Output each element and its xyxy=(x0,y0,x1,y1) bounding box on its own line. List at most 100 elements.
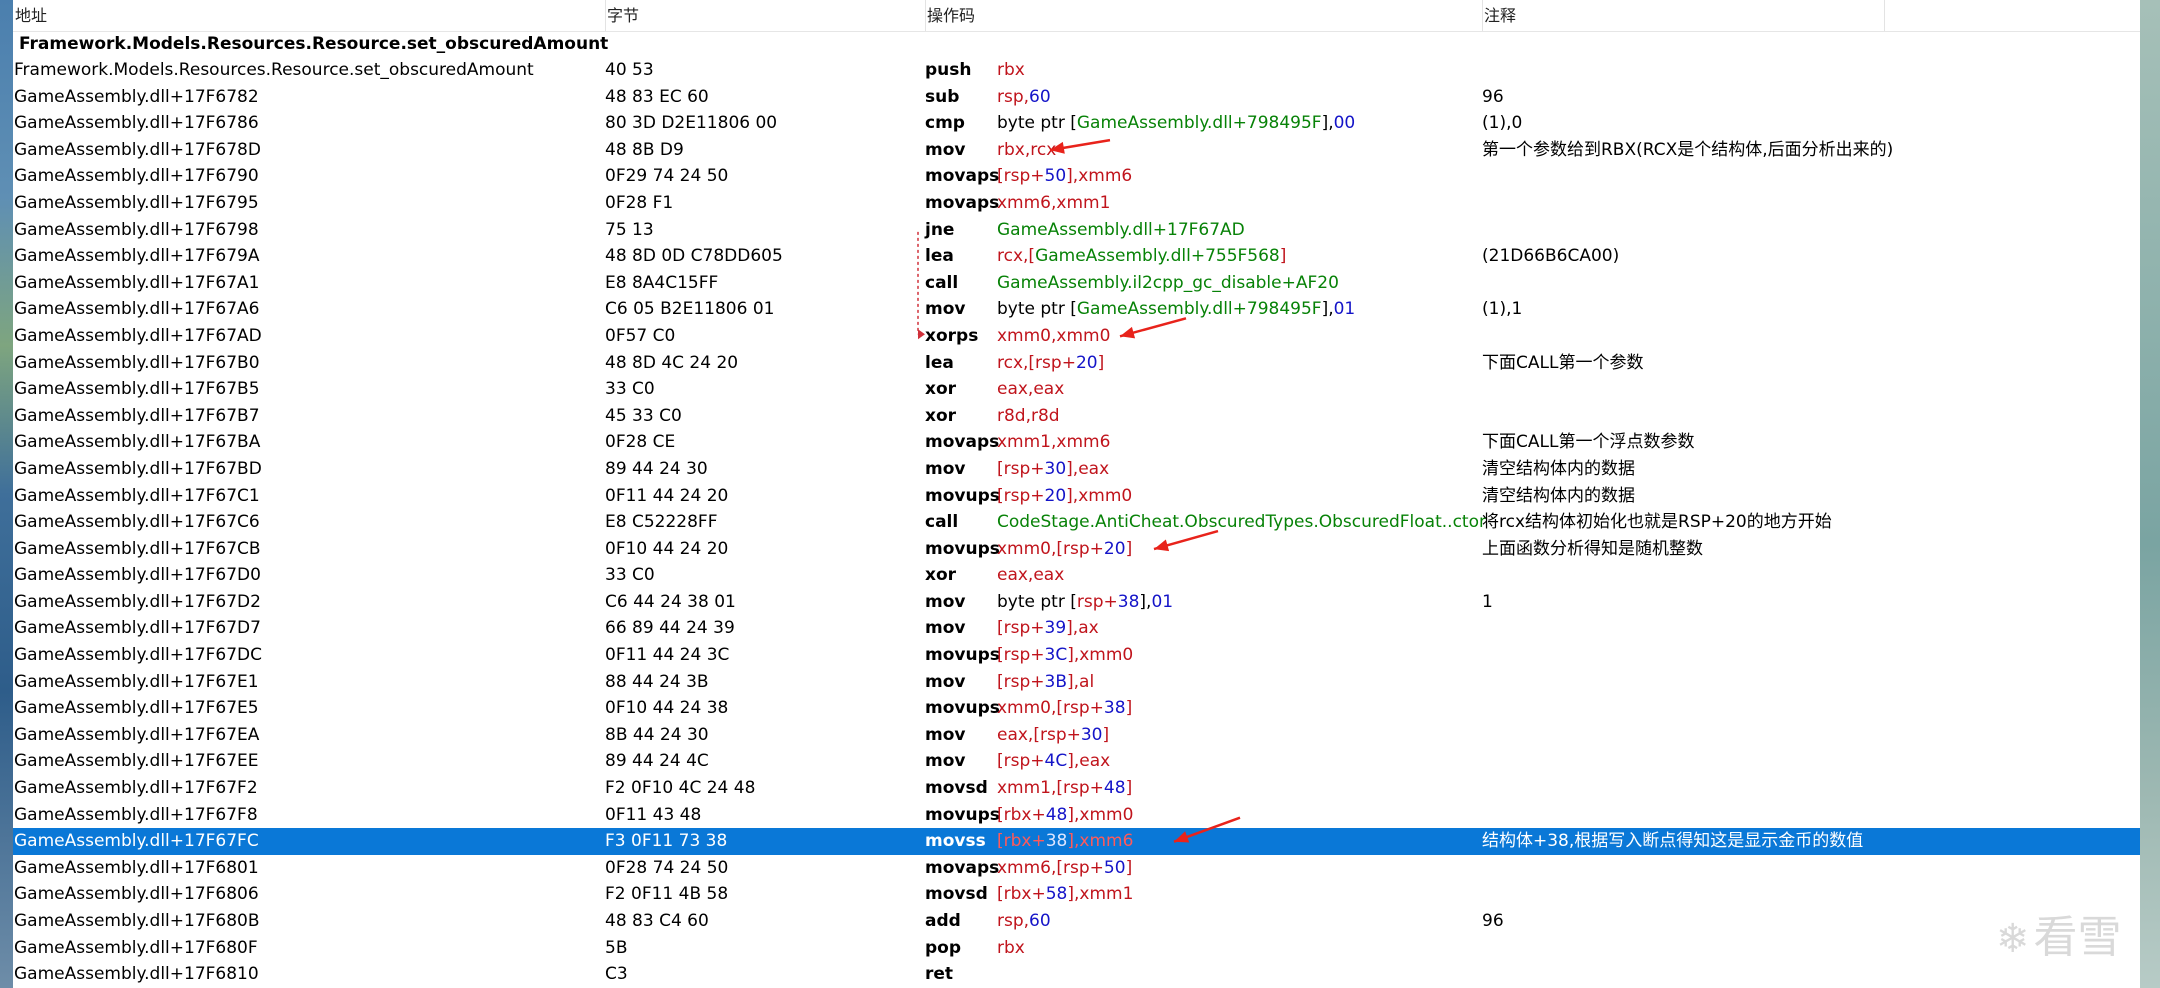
mnemonic-cell: movsd xyxy=(925,778,988,799)
instruction-row[interactable]: GameAssembly.dll+17F67EE 89 44 24 4C mov [r… xyxy=(13,748,2140,775)
column-header-address[interactable]: 地址 xyxy=(13,0,606,31)
instruction-row[interactable]: GameAssembly.dll+17F67BD 89 44 24 30 mov [r… xyxy=(13,456,2140,483)
bytes-cell: 0F57 C0 xyxy=(605,325,676,346)
mnemonic-cell: movups xyxy=(925,698,1000,719)
instruction-row[interactable]: GameAssembly.dll+17F67EA 8B 44 24 30 mov ea… xyxy=(13,722,2140,749)
bytes-cell: 40 53 xyxy=(605,60,654,80)
disassembler-view[interactable]: 地址 字节 操作码 注释 Framework.Models.Resources.… xyxy=(13,0,2140,988)
operand-token: GameAssembly.dll+755F568 xyxy=(1035,246,1280,267)
operands-cell: rbx xyxy=(997,935,1025,962)
operand-token: ],eax xyxy=(1066,458,1110,479)
operands-cell: rcx,[GameAssembly.dll+755F568] xyxy=(997,243,1286,270)
mnemonic-cell: push xyxy=(925,60,972,80)
mnemonic-cell: movaps xyxy=(925,432,1000,453)
address-cell: GameAssembly.dll+17F67C1 xyxy=(14,485,260,506)
instruction-row[interactable]: GameAssembly.dll+17F6782 48 83 EC 60 sub rs… xyxy=(13,84,2140,111)
instruction-row[interactable]: GameAssembly.dll+17F67D2 C6 44 24 38 01 mo… xyxy=(13,589,2140,616)
operand-token: GameAssembly.dll+798495F xyxy=(1076,113,1322,134)
operands-cell: [rsp+3B],al xyxy=(997,669,1094,696)
operand-token: ],xmm6 xyxy=(1067,831,1134,852)
instruction-row[interactable]: GameAssembly.dll+17F67BA 0F28 CE movaps xmm… xyxy=(13,429,2140,456)
instruction-row[interactable]: GameAssembly.dll+17F67B0 48 8D 4C 24 20 le… xyxy=(13,350,2140,377)
mnemonic-cell: movups xyxy=(925,485,1000,506)
instruction-row[interactable]: GameAssembly.dll+17F67F8 0F11 43 48 movups… xyxy=(13,802,2140,829)
instruction-row[interactable]: GameAssembly.dll+17F67D0 33 C0 xor eax,eax xyxy=(13,562,2140,589)
instruction-row[interactable]: GameAssembly.dll+17F6795 0F28 F1 movaps xmm… xyxy=(13,190,2140,217)
instruction-row[interactable]: GameAssembly.dll+17F67E5 0F10 44 24 38 mov… xyxy=(13,695,2140,722)
instruction-row[interactable]: GameAssembly.dll+17F6810 C3 ret xyxy=(13,961,2140,988)
operands-cell: xmm0,xmm0 xyxy=(997,323,1110,350)
instruction-row[interactable]: GameAssembly.dll+17F6801 0F28 74 24 50 mov… xyxy=(13,855,2140,882)
instruction-row[interactable]: GameAssembly.dll+17F67A1 E8 8A4C15FF call G… xyxy=(13,270,2140,297)
operand-token: ],al xyxy=(1067,671,1095,692)
operand-token: r8d,r8d xyxy=(997,405,1060,426)
address-cell: GameAssembly.dll+17F6786 xyxy=(14,113,259,134)
operand-token: eax,[rsp+ xyxy=(997,724,1081,745)
address-cell: GameAssembly.dll+17F67F2 xyxy=(14,778,258,799)
instruction-row[interactable]: GameAssembly.dll+17F679A 48 8D 0D C78DD60… xyxy=(13,243,2140,270)
bytes-cell: 5B xyxy=(605,937,628,958)
mnemonic-cell: call xyxy=(925,272,959,293)
comment-cell: 96 xyxy=(1482,86,1504,107)
operand-token: 48 xyxy=(1045,804,1068,825)
operand-token: xmm6,xmm1 xyxy=(997,192,1111,213)
operand-token: byte ptr [ xyxy=(997,591,1077,612)
instruction-row-selected[interactable]: GameAssembly.dll+17F67FC F3 0F11 73 38 mov… xyxy=(13,828,2140,855)
operand-token: 48 xyxy=(1103,778,1126,799)
address-cell: GameAssembly.dll+17F67D7 xyxy=(14,618,261,639)
mnemonic-cell: movaps xyxy=(925,857,1000,878)
operands-cell: eax,eax xyxy=(997,562,1064,589)
instruction-row[interactable]: GameAssembly.dll+17F67DC 0F11 44 24 3C mov… xyxy=(13,642,2140,669)
instruction-row[interactable]: GameAssembly.dll+17F67C1 0F11 44 24 20 mov… xyxy=(13,483,2140,510)
address-cell: GameAssembly.dll+17F679A xyxy=(14,246,260,267)
operand-token: ], xyxy=(1321,113,1334,134)
instruction-row[interactable]: GameAssembly.dll+17F67F2 F2 0F10 4C 24 48… xyxy=(13,775,2140,802)
operands-cell: [rsp+30],eax xyxy=(997,456,1109,483)
operands-cell: xmm1,xmm6 xyxy=(997,429,1110,456)
instruction-row[interactable]: GameAssembly.dll+17F680F 5B pop rbx xyxy=(13,935,2140,962)
bytes-cell: 48 8D 4C 24 20 xyxy=(605,352,739,373)
comment-cell: 清空结构体内的数据 xyxy=(1482,458,1635,479)
instruction-row[interactable]: GameAssembly.dll+17F67CB 0F10 44 24 20 mov… xyxy=(13,536,2140,563)
instruction-row[interactable]: GameAssembly.dll+17F67E1 88 44 24 3B mov [r… xyxy=(13,669,2140,696)
operands-cell: byte ptr [rsp+38],01 xyxy=(997,589,1173,616)
bytes-cell: 0F29 74 24 50 xyxy=(605,166,729,187)
column-header-bytes[interactable]: 字节 xyxy=(605,0,926,31)
address-cell: GameAssembly.dll+17F6790 xyxy=(14,166,259,187)
instruction-row[interactable]: GameAssembly.dll+17F6790 0F29 74 24 50 mov… xyxy=(13,163,2140,190)
operand-token: ] xyxy=(1102,724,1110,745)
address-cell: GameAssembly.dll+17F67B5 xyxy=(14,379,260,400)
operand-token: ],xmm1 xyxy=(1067,884,1134,905)
instruction-row[interactable]: GameAssembly.dll+17F6798 75 13 jne GameAsse… xyxy=(13,217,2140,244)
instruction-row[interactable]: GameAssembly.dll+17F67C6 E8 C52228FF call C… xyxy=(13,509,2140,536)
function-label: Framework.Models.Resources.Resource.set_… xyxy=(19,34,609,54)
bytes-cell: 48 83 EC 60 xyxy=(605,86,709,107)
operand-token: 38 xyxy=(1045,831,1068,852)
operand-token: [rbx+ xyxy=(997,831,1046,852)
instruction-row[interactable]: GameAssembly.dll+17F6786 80 3D D2E11806 0… xyxy=(13,110,2140,137)
column-header-comment[interactable]: 注释 xyxy=(1482,0,1885,31)
bytes-cell: C6 05 B2E11806 01 xyxy=(605,299,775,320)
snowflake-icon: ❄ xyxy=(1996,916,2030,962)
instruction-row[interactable]: GameAssembly.dll+17F680B 48 83 C4 60 add rs… xyxy=(13,908,2140,935)
instruction-row[interactable]: GameAssembly.dll+17F67A6 C6 05 B2E11806 0… xyxy=(13,296,2140,323)
column-header-opcode[interactable]: 操作码 xyxy=(925,0,1483,31)
operands-cell: [rsp+39],ax xyxy=(997,615,1099,642)
mnemonic-cell: sub xyxy=(925,86,960,107)
instruction-row[interactable]: GameAssembly.dll+17F67B7 45 33 C0 xor r8d,r… xyxy=(13,403,2140,430)
operands-cell: [rsp+50],xmm6 xyxy=(997,163,1132,190)
comment-cell: 清空结构体内的数据 xyxy=(1482,485,1635,506)
instruction-row[interactable]: Framework.Models.Resources.Resource.set_… xyxy=(13,57,2140,84)
address-cell: GameAssembly.dll+17F67F8 xyxy=(14,804,258,825)
instruction-row[interactable]: GameAssembly.dll+17F6806 F2 0F11 4B 58 mov… xyxy=(13,881,2140,908)
instruction-row[interactable]: GameAssembly.dll+17F67D7 66 89 44 24 39 mo… xyxy=(13,615,2140,642)
address-cell: GameAssembly.dll+17F678D xyxy=(14,139,261,160)
comment-cell: 上面函数分析得知是随机整数 xyxy=(1482,538,1703,559)
instruction-row[interactable]: GameAssembly.dll+17F67AD 0F57 C0 xorps xmm0… xyxy=(13,323,2140,350)
instruction-row[interactable]: GameAssembly.dll+17F67B5 33 C0 xor eax,eax xyxy=(13,376,2140,403)
operands-cell: xmm6,xmm1 xyxy=(997,190,1110,217)
mnemonic-cell: movaps xyxy=(925,192,1000,213)
operand-token: CodeStage.AntiCheat.ObscuredTypes.Obscur… xyxy=(997,512,1486,533)
instruction-row[interactable]: GameAssembly.dll+17F678D 48 8B D9 mov rbx,r… xyxy=(13,137,2140,164)
mnemonic-cell: mov xyxy=(925,458,966,479)
